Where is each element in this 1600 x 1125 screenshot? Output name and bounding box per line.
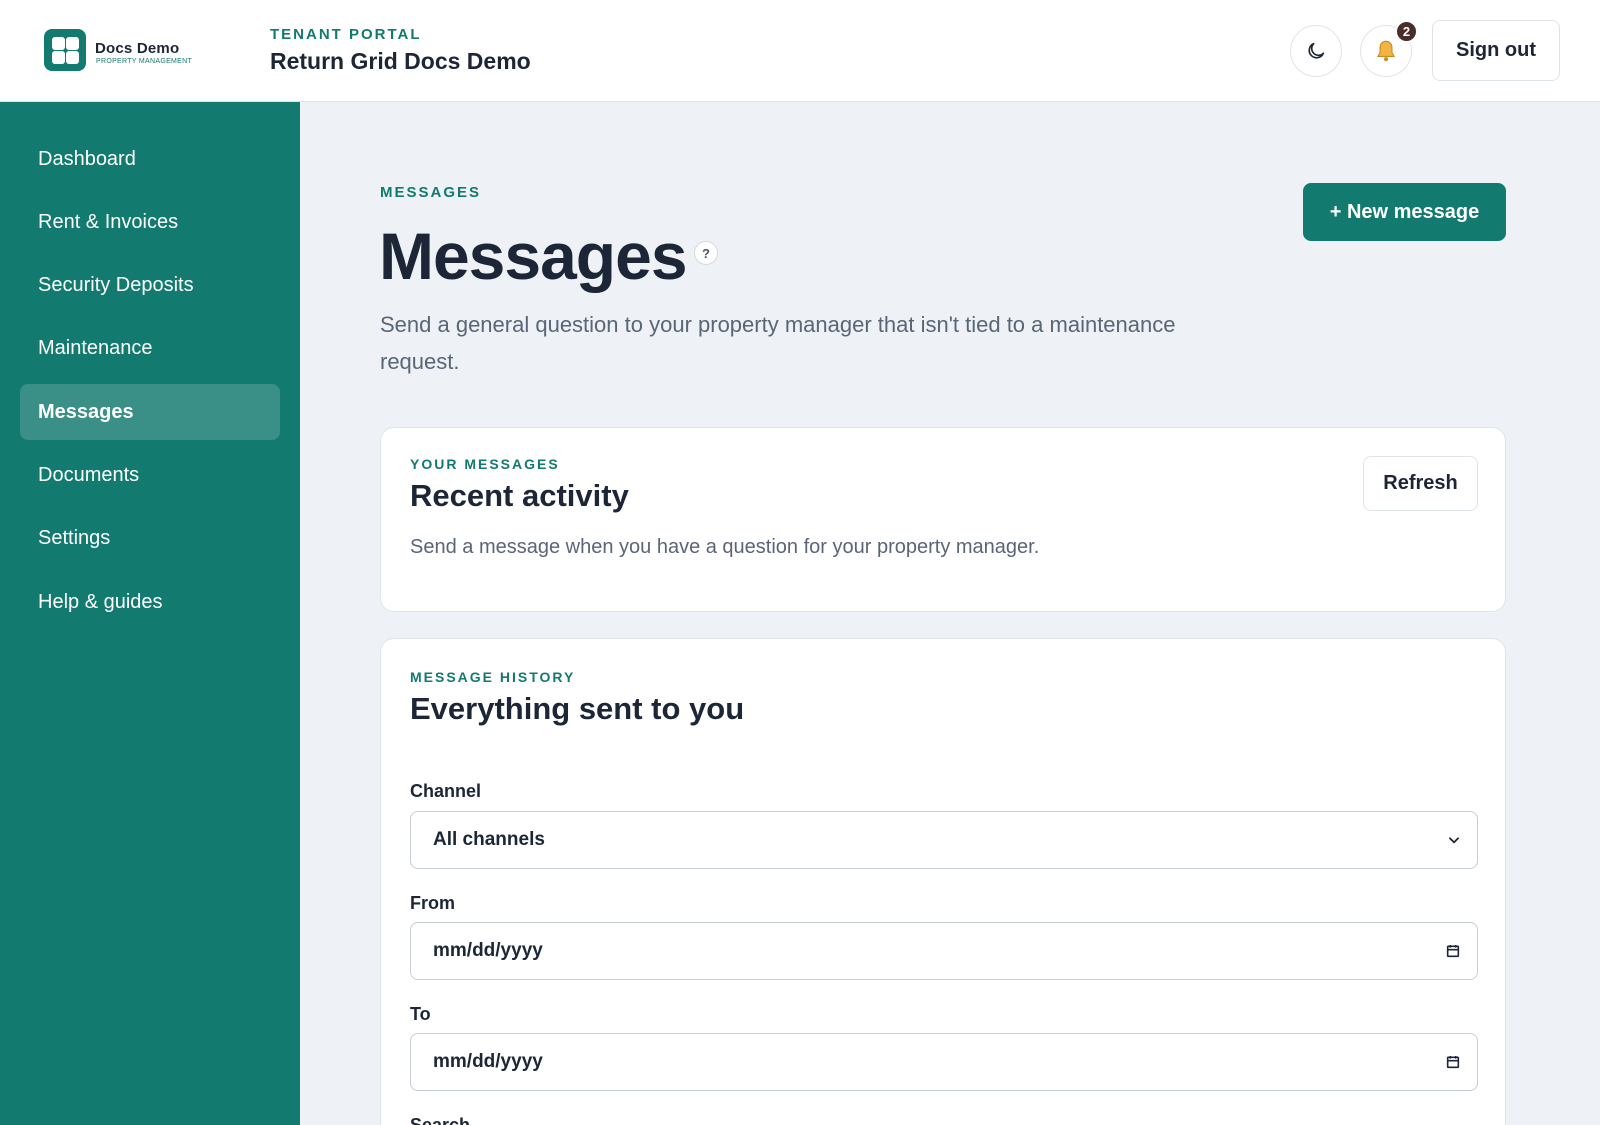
brand-name: Docs Demo: [95, 40, 180, 57]
brand-subtitle: PROPERTY MANAGEMENT: [96, 58, 193, 65]
sidebar-item-messages[interactable]: Messages: [20, 384, 280, 440]
message-history-card: MESSAGE HISTORY Everything sent to you C…: [380, 638, 1506, 1125]
sidebar-item-documents[interactable]: Documents: [20, 447, 280, 503]
sidebar-item-rent-invoices[interactable]: Rent & Invoices: [20, 194, 280, 250]
search-label: Search: [410, 1115, 471, 1125]
refresh-button[interactable]: Refresh: [1363, 456, 1478, 511]
from-date-value: mm/dd/yyyy: [433, 940, 543, 961]
recent-description: Send a message when you have a question …: [410, 536, 1040, 558]
to-date-input[interactable]: mm/dd/yyyy: [410, 1033, 1478, 1091]
page-description: Send a general question to your property…: [380, 312, 1176, 374]
to-label: To: [410, 1004, 431, 1024]
calendar-icon[interactable]: [1445, 1054, 1461, 1070]
new-message-button[interactable]: + New message: [1303, 183, 1506, 241]
history-title: Everything sent to you: [410, 691, 745, 726]
calendar-icon[interactable]: [1445, 943, 1461, 959]
help-icon[interactable]: ?: [694, 241, 718, 265]
portal-title: Return Grid Docs Demo: [270, 48, 531, 74]
sidebar-item-maintenance[interactable]: Maintenance: [20, 320, 280, 376]
page-eyebrow: MESSAGES: [380, 184, 482, 201]
recent-activity-card: YOUR MESSAGES Recent activity Send a mes…: [380, 427, 1506, 612]
portal-label: TENANT PORTAL: [270, 26, 422, 43]
bell-icon: [1376, 40, 1396, 62]
recent-title: Recent activity: [410, 478, 629, 513]
sidebar-item-dashboard[interactable]: Dashboard: [20, 131, 280, 187]
chevron-down-icon: [1447, 833, 1461, 847]
sidebar-item-help-guides[interactable]: Help & guides: [20, 574, 280, 630]
history-eyebrow: MESSAGE HISTORY: [410, 669, 576, 685]
moon-icon: [1308, 42, 1325, 59]
theme-toggle-button[interactable]: [1290, 25, 1342, 77]
to-date-value: mm/dd/yyyy: [433, 1051, 543, 1072]
from-date-input[interactable]: mm/dd/yyyy: [410, 922, 1478, 980]
recent-eyebrow: YOUR MESSAGES: [410, 456, 560, 472]
notification-count-badge: 2: [1395, 20, 1418, 43]
channel-select[interactable]: All channels: [410, 811, 1478, 869]
channel-label: Channel: [410, 781, 482, 801]
page-title: Messages: [379, 219, 688, 293]
from-label: From: [410, 893, 455, 913]
sidebar-item-security-deposits[interactable]: Security Deposits: [20, 257, 280, 313]
sign-out-button[interactable]: Sign out: [1432, 20, 1560, 81]
sidebar-item-settings[interactable]: Settings: [20, 510, 280, 566]
brand-logo-icon: [44, 29, 86, 71]
top-header: Docs Demo PROPERTY MANAGEMENT TENANT POR…: [0, 0, 1600, 102]
channel-select-value: All channels: [433, 829, 545, 850]
sidebar: Dashboard Rent & Invoices Security Depos…: [0, 102, 300, 1125]
